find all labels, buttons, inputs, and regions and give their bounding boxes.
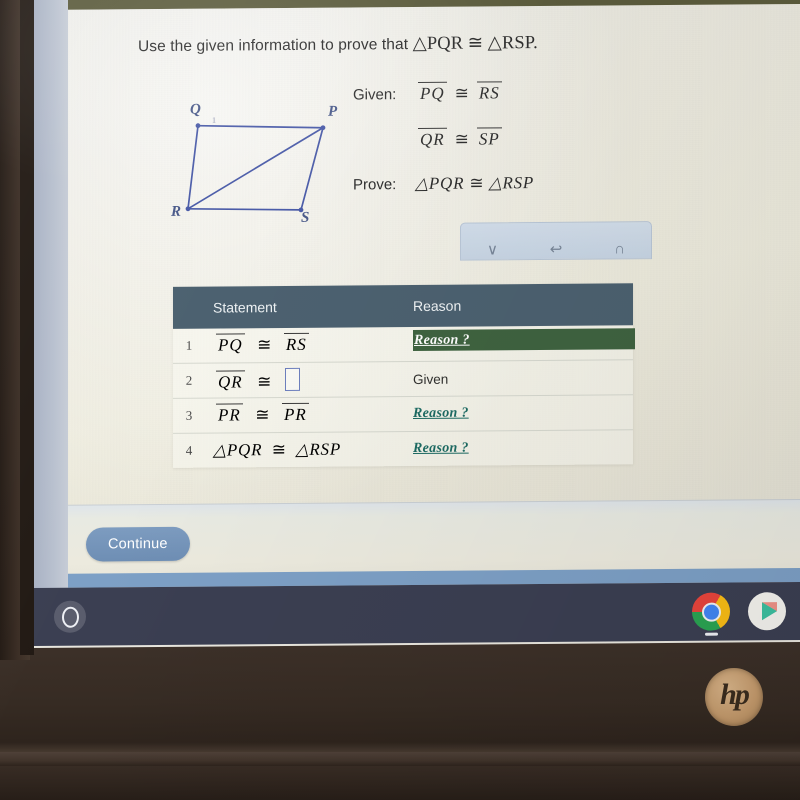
prompt-text: Use the given information to prove that xyxy=(138,36,409,56)
question-prompt: Use the given information to prove that … xyxy=(138,32,538,57)
play-store-triangle xyxy=(761,602,777,621)
row-reason-cell: Reason ? xyxy=(413,430,633,466)
proof-table: Statement Reason 1 PQ ≅ RS Reason ? 2 QR… xyxy=(173,283,635,468)
segment-qr xyxy=(187,124,199,210)
header-reason: Reason xyxy=(413,297,462,315)
row2-congruent: ≅ xyxy=(257,372,272,392)
row4-tri-a: △PQR xyxy=(213,440,263,460)
chevron-down-icon[interactable]: ∨ xyxy=(487,241,498,258)
vertex-label-r: R xyxy=(171,203,182,220)
shelf-app-list xyxy=(692,592,786,636)
reason-text: Given xyxy=(413,371,449,387)
row1-congruent: ≅ xyxy=(257,335,272,355)
row-number: 4 xyxy=(185,442,193,458)
launcher-icon[interactable] xyxy=(54,600,86,633)
launcher-ring xyxy=(61,606,79,628)
row-reason-cell: Reason ? xyxy=(413,325,635,361)
angle-mark-label: 1 xyxy=(212,116,216,125)
given1-seg-a: PQ xyxy=(418,81,447,104)
prove-congruent: ≅ xyxy=(469,173,484,193)
given1-congruent: ≅ xyxy=(454,83,469,103)
segment-rs xyxy=(187,207,302,211)
given1-seg-b: RS xyxy=(476,81,502,104)
vertex-label-s: S xyxy=(301,209,310,226)
row4-tri-b: △RSP xyxy=(295,439,342,459)
hp-logo-text: hp xyxy=(720,678,750,711)
math-mini-toolbar[interactable]: ∨ ↩ ∩ xyxy=(460,221,652,261)
page-footer: Continue xyxy=(68,498,800,588)
prompt-period: . xyxy=(533,33,538,54)
laptop-bottom-bezel xyxy=(0,640,800,800)
table-row: 1 PQ ≅ RS Reason ? xyxy=(173,325,635,364)
row3-seg-a: PR xyxy=(216,403,243,425)
header-statement: Statement xyxy=(213,299,277,316)
screen-side-strip xyxy=(34,0,68,598)
row3-seg-b: PR xyxy=(281,402,309,425)
laptop-screen: Use the given information to prove that … xyxy=(34,0,800,649)
table-row: 3 PR ≅ PR Reason ? xyxy=(173,395,633,434)
table-row: 4 △PQR ≅ △RSP Reason ? xyxy=(173,430,633,468)
undo-arrow-icon[interactable]: ↩ xyxy=(550,241,563,258)
given-line-2: QR ≅ SP xyxy=(353,127,534,150)
chrome-icon-core xyxy=(701,602,721,622)
row-reason-cell: Reason ? xyxy=(413,395,633,431)
row-statement: QR ≅ xyxy=(205,367,413,393)
row1-seg-b: RS xyxy=(283,332,309,355)
table-row: 2 QR ≅ Given xyxy=(173,360,633,399)
arc-icon[interactable]: ∩ xyxy=(614,240,625,257)
row-statement: PQ ≅ RS xyxy=(205,332,413,356)
laptop-hinge xyxy=(0,752,800,766)
prove-triangle-b: △RSP xyxy=(488,173,535,193)
prove-line: Prove: △PQR ≅ △RSP xyxy=(353,173,534,194)
row-number: 2 xyxy=(185,372,193,388)
row-statement: △PQR ≅ △RSP xyxy=(205,439,413,461)
row-reason-cell: Given xyxy=(413,360,633,396)
parallelogram-svg: 1 xyxy=(185,116,326,213)
row-number: 3 xyxy=(185,407,193,423)
answer-blank-input[interactable] xyxy=(284,367,300,392)
given2-seg-b: SP xyxy=(476,127,502,150)
reason-link[interactable]: Reason ? xyxy=(413,406,469,422)
prove-label: Prove: xyxy=(353,176,397,194)
given2-congruent: ≅ xyxy=(454,129,469,149)
continue-button[interactable]: Continue xyxy=(86,526,190,562)
given-prove-block: Given: PQ ≅ RS QR ≅ SP Prove: △PQR ≅ △RS… xyxy=(353,81,534,218)
play-store-icon[interactable] xyxy=(748,592,786,631)
prompt-congruent: ≅ xyxy=(467,33,484,54)
play-store-icon-glyph xyxy=(748,592,786,631)
worksheet-page: Use the given information to prove that … xyxy=(68,3,800,588)
prompt-triangle-a: △PQR xyxy=(412,33,464,55)
row2-seg-a: QR xyxy=(216,370,245,392)
chrome-icon[interactable] xyxy=(692,592,730,636)
row-statement: PR ≅ PR xyxy=(205,402,413,426)
laptop-photo: hp Use the given information to prove th… xyxy=(0,0,800,800)
row-number: 1 xyxy=(185,337,193,353)
reason-link-selected[interactable]: Reason ? xyxy=(413,332,470,348)
given-line-1: Given: PQ ≅ RS xyxy=(353,81,534,104)
proof-table-header: Statement Reason xyxy=(173,283,633,329)
reason-highlight-bar: Reason ? xyxy=(413,328,635,352)
vertex-label-p: P xyxy=(328,103,338,120)
prove-triangle-a: △PQR xyxy=(415,173,465,194)
vertex-label-q: Q xyxy=(190,101,201,118)
parallelogram-diagram: 1 Q P R S xyxy=(168,102,358,243)
chromeos-shelf xyxy=(34,581,800,646)
hp-logo: hp xyxy=(705,668,763,726)
laptop-left-bezel-inner xyxy=(20,0,34,655)
segment-rp-diagonal xyxy=(187,126,324,210)
segment-qp xyxy=(197,124,324,129)
segment-sp xyxy=(300,126,324,211)
row3-congruent: ≅ xyxy=(255,405,270,425)
chrome-active-indicator xyxy=(705,632,718,636)
given2-seg-a: QR xyxy=(418,127,447,150)
reason-link[interactable]: Reason ? xyxy=(413,441,469,457)
given-label: Given: xyxy=(353,86,397,104)
chrome-icon-glyph xyxy=(692,592,730,631)
prompt-triangle-b: △RSP xyxy=(487,33,534,54)
row1-seg-a: PQ xyxy=(216,333,245,355)
row4-congruent: ≅ xyxy=(271,440,287,460)
